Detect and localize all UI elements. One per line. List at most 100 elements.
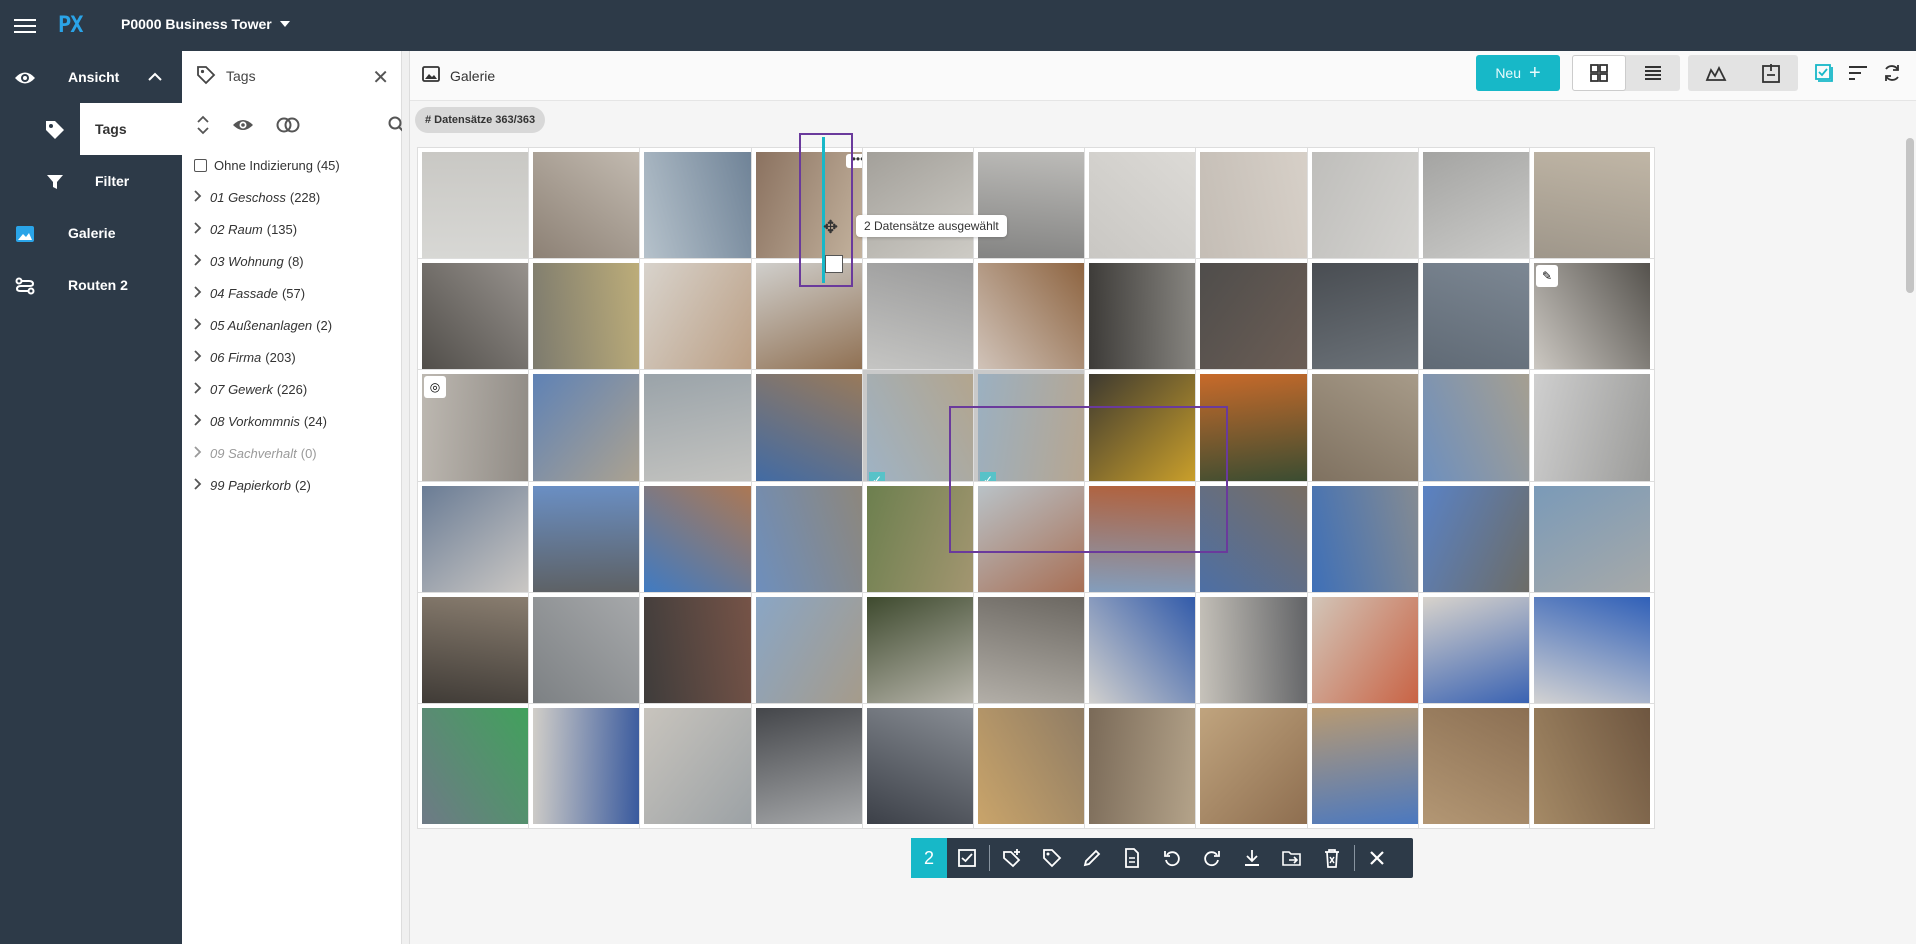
chevron-right-icon[interactable] <box>194 445 210 461</box>
photo-tile[interactable] <box>639 481 765 607</box>
chevron-right-icon[interactable] <box>194 285 210 301</box>
photo-tile[interactable] <box>639 369 765 495</box>
move-to-folder-icon[interactable] <box>1272 838 1312 878</box>
photo-tile[interactable] <box>1418 369 1544 495</box>
photo-tile[interactable] <box>1195 147 1321 273</box>
photo-tile[interactable] <box>1084 258 1210 384</box>
add-tag-icon[interactable] <box>992 838 1032 878</box>
expand-collapse-icon[interactable] <box>196 113 210 137</box>
photo-tile[interactable] <box>862 481 988 607</box>
delete-icon[interactable] <box>1312 838 1352 878</box>
photo-tile[interactable] <box>862 258 988 384</box>
photo-tile[interactable] <box>1195 592 1321 718</box>
photo-tile[interactable] <box>1307 258 1433 384</box>
photo-tile[interactable] <box>417 147 543 273</box>
grid-view-icon[interactable] <box>1572 55 1626 91</box>
photo-tile[interactable] <box>528 147 654 273</box>
photo-tile[interactable] <box>1195 703 1321 829</box>
tag-edit-icon[interactable] <box>1032 838 1072 878</box>
photo-tile[interactable] <box>1418 258 1544 384</box>
photo-tile[interactable] <box>1307 147 1433 273</box>
photo-tile[interactable] <box>1084 481 1210 607</box>
photo-tile[interactable] <box>1084 703 1210 829</box>
map-view-icon[interactable] <box>1688 55 1743 91</box>
photo-tile[interactable] <box>1529 147 1655 273</box>
tag-row[interactable]: 01 Geschoss (228) <box>182 181 401 213</box>
photo-tile[interactable] <box>1307 703 1433 829</box>
photo-tile[interactable] <box>973 258 1099 384</box>
tag-row[interactable]: 07 Gewerk (226) <box>182 373 401 405</box>
photo-tile[interactable] <box>417 258 543 384</box>
photo-tile[interactable] <box>1195 369 1321 495</box>
photo-tile[interactable] <box>639 258 765 384</box>
tag-row[interactable]: 08 Vorkommnis (24) <box>182 405 401 437</box>
panel-splitter[interactable] <box>402 51 410 944</box>
photo-tile[interactable]: ✎ <box>1529 258 1655 384</box>
tag-row-unindexed[interactable]: Ohne Indizierung (45) <box>182 149 401 181</box>
select-toggle-icon[interactable] <box>947 838 987 878</box>
photo-tile[interactable] <box>528 258 654 384</box>
photo-tile[interactable] <box>1307 481 1433 607</box>
photo-tile[interactable] <box>751 481 877 607</box>
chevron-right-icon[interactable] <box>194 253 210 269</box>
chevron-right-icon[interactable] <box>194 477 210 493</box>
photo-tile[interactable] <box>973 592 1099 718</box>
photo-tile[interactable] <box>639 592 765 718</box>
photo-tile[interactable] <box>862 592 988 718</box>
photo-tile[interactable] <box>1529 592 1655 718</box>
photo-tile[interactable] <box>1529 369 1655 495</box>
close-selection-icon[interactable] <box>1357 838 1397 878</box>
photo-tile[interactable] <box>1084 147 1210 273</box>
refresh-icon[interactable] <box>1880 61 1904 85</box>
photo-tile[interactable] <box>1529 481 1655 607</box>
nav-item-tags[interactable]: Tags <box>46 103 182 155</box>
nav-item-ansicht[interactable]: Ansicht <box>0 51 182 103</box>
photo-tile[interactable] <box>1529 703 1655 829</box>
photo-tile[interactable] <box>1307 369 1433 495</box>
photo-tile[interactable] <box>862 703 988 829</box>
visibility-icon[interactable] <box>232 113 254 137</box>
photo-tile[interactable]: ••• <box>751 147 877 273</box>
photo-tile[interactable] <box>417 592 543 718</box>
chevron-right-icon[interactable] <box>194 189 210 205</box>
photo-tile[interactable]: ✓ <box>862 369 988 495</box>
scrollbar[interactable] <box>1906 138 1914 293</box>
rotate-right-icon[interactable] <box>1192 838 1232 878</box>
tag-row[interactable]: 99 Papierkorb (2) <box>182 469 401 501</box>
tag-row[interactable]: 09 Sachverhalt (0) <box>182 437 401 469</box>
photo-tile[interactable] <box>1084 592 1210 718</box>
photo-tile[interactable] <box>528 592 654 718</box>
photo-tile[interactable] <box>528 481 654 607</box>
photo-tile[interactable] <box>1418 481 1544 607</box>
chevron-right-icon[interactable] <box>194 349 210 365</box>
tag-row[interactable]: 04 Fassade (57) <box>182 277 401 309</box>
photo-tile[interactable]: ✓ <box>973 369 1099 495</box>
photo-tile[interactable] <box>1195 258 1321 384</box>
nav-item-filter[interactable]: Filter <box>0 155 182 207</box>
photo-tile[interactable] <box>751 369 877 495</box>
photo-tile[interactable] <box>1307 592 1433 718</box>
photo-tile[interactable] <box>862 147 988 273</box>
chevron-right-icon[interactable] <box>194 221 210 237</box>
photo-tile[interactable] <box>973 481 1099 607</box>
intersect-icon[interactable] <box>276 113 300 137</box>
chevron-up-icon[interactable] <box>148 69 162 85</box>
photo-tile[interactable] <box>1418 147 1544 273</box>
nav-item-galerie[interactable]: Galerie <box>0 207 182 259</box>
pencil-icon[interactable] <box>1072 838 1112 878</box>
tag-row[interactable]: 05 Außenanlagen (2) <box>182 309 401 341</box>
nav-item-routen[interactable]: Routen 2 <box>0 259 182 311</box>
tag-row[interactable]: 03 Wohnung (8) <box>182 245 401 277</box>
sort-icon[interactable] <box>1846 61 1870 85</box>
photo-tile[interactable] <box>639 147 765 273</box>
checkbox[interactable] <box>194 158 207 172</box>
download-icon[interactable] <box>1232 838 1272 878</box>
document-icon[interactable] <box>1112 838 1152 878</box>
photo-tile[interactable]: ◎ <box>417 369 543 495</box>
close-icon[interactable]: ✕ <box>372 65 389 90</box>
photo-tile[interactable] <box>751 703 877 829</box>
photo-tile[interactable] <box>528 369 654 495</box>
photo-tile[interactable] <box>1418 592 1544 718</box>
chevron-right-icon[interactable] <box>194 381 210 397</box>
photo-tile[interactable] <box>417 481 543 607</box>
